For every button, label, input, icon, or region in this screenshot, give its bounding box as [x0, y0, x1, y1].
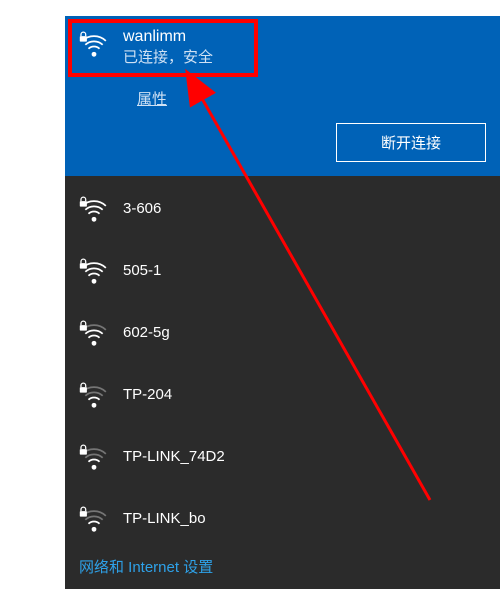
network-item[interactable]: TP-204 — [65, 364, 500, 426]
disconnect-row: 断开连接 — [79, 123, 486, 162]
wifi-secured-icon — [79, 380, 109, 410]
network-ssid: TP-LINK_bo — [123, 510, 206, 527]
network-ssid: TP-LINK_74D2 — [123, 448, 225, 465]
available-networks-list: 3-606 505-1 602-5g TP-204 TP-LINK_74D2 T… — [65, 176, 500, 550]
connected-network-text: wanlimm 已连接，安全 — [123, 26, 213, 68]
wifi-secured-icon — [79, 318, 109, 348]
network-item[interactable]: 602-5g — [65, 302, 500, 364]
network-item[interactable]: TP-LINK_bo — [65, 488, 500, 550]
network-item[interactable]: 505-1 — [65, 240, 500, 302]
network-item[interactable]: TP-LINK_74D2 — [65, 426, 500, 488]
connected-network-header: wanlimm 已连接，安全 — [79, 26, 486, 68]
network-ssid: 3-606 — [123, 200, 161, 217]
wifi-flyout-panel: wanlimm 已连接，安全 属性 断开连接 3-606 505-1 602-5… — [65, 16, 500, 589]
wifi-secured-icon — [79, 442, 109, 472]
properties-link[interactable]: 属性 — [137, 88, 167, 109]
disconnect-button[interactable]: 断开连接 — [336, 123, 486, 162]
network-ssid: 505-1 — [123, 262, 161, 279]
wifi-secured-icon — [79, 504, 109, 534]
connected-network-section[interactable]: wanlimm 已连接，安全 属性 断开连接 — [65, 16, 500, 176]
network-ssid: 602-5g — [123, 324, 170, 341]
network-item[interactable]: 3-606 — [65, 178, 500, 240]
connected-network-ssid: wanlimm — [123, 26, 213, 48]
network-settings-link[interactable]: 网络和 Internet 设置 — [65, 550, 500, 587]
connected-network-status: 已连接，安全 — [123, 48, 213, 68]
wifi-secured-icon — [79, 256, 109, 286]
wifi-secured-icon — [79, 29, 109, 59]
network-ssid: TP-204 — [123, 386, 172, 403]
wifi-secured-icon — [79, 194, 109, 224]
